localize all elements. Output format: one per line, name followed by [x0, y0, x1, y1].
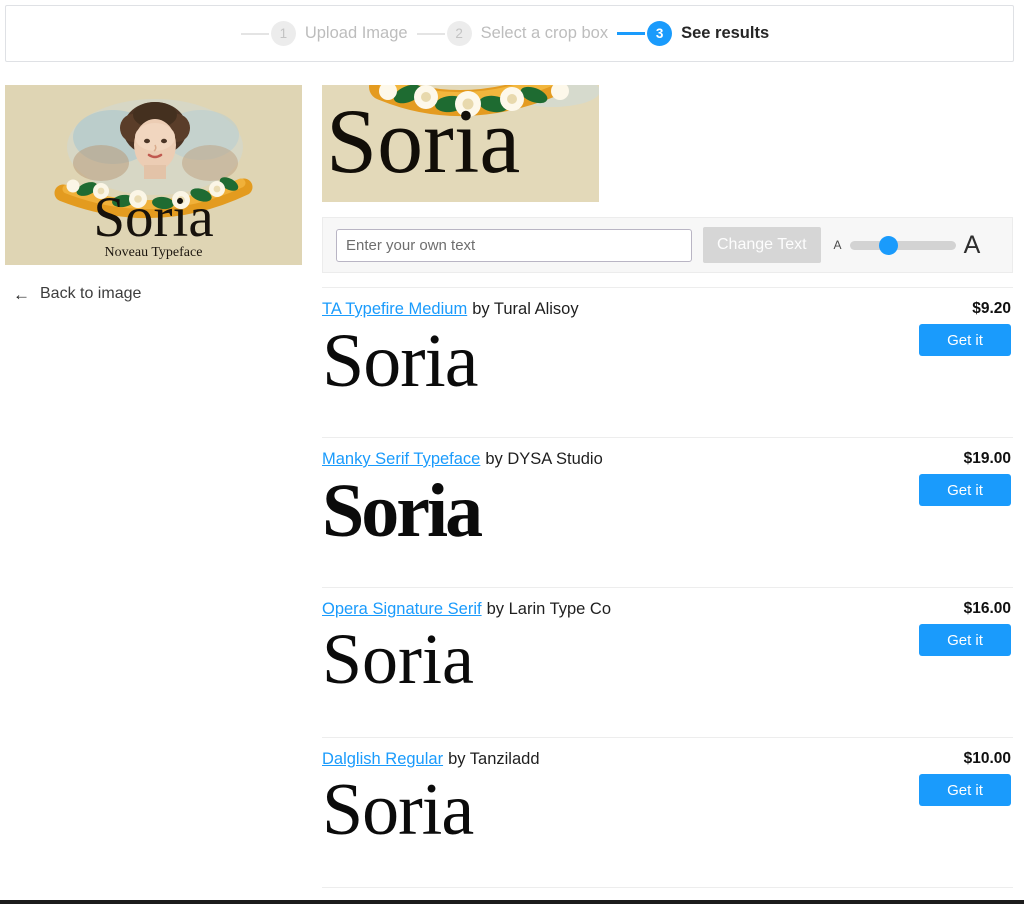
font-result-row: Opera Signature Serif by Larin Type Co $…: [322, 587, 1013, 737]
font-specimen-preview: Soria: [322, 769, 474, 851]
change-text-button[interactable]: Change Text: [703, 227, 821, 263]
font-result-row: Dalglish Regular by Tanziladd $10.00 Get…: [322, 737, 1013, 887]
font-result-header: TA Typefire Medium by Tural Alisoy: [322, 300, 1013, 319]
step-label-2: Select a crop box: [480, 24, 609, 42]
font-specimen-preview: Soria: [322, 469, 483, 553]
font-price: $9.20: [972, 300, 1011, 317]
font-result-header: Opera Signature Serif by Larin Type Co: [322, 600, 1013, 619]
font-result-row: Manky Serif Typeface by DYSA Studio $19.…: [322, 437, 1013, 587]
font-name-link[interactable]: Opera Signature Serif: [322, 600, 482, 619]
font-name-link[interactable]: Dalglish Regular: [322, 750, 443, 769]
font-size-slider-thumb[interactable]: [878, 235, 898, 255]
font-price: $10.00: [963, 750, 1011, 767]
step-number-1: 1: [270, 21, 296, 46]
large-a-label: A: [963, 230, 981, 259]
font-author: by DYSA Studio: [485, 450, 603, 468]
source-image-thumbnail[interactable]: Soria Noveau Typeface: [5, 85, 302, 265]
font-name-link[interactable]: TA Typefire Medium: [322, 300, 467, 319]
progress-stepper: 1 Upload Image 2 Select a crop box 3 See…: [5, 5, 1014, 62]
get-it-button[interactable]: Get it: [919, 624, 1011, 656]
get-it-button[interactable]: Get it: [919, 774, 1011, 806]
font-result-row: TA Typefire Medium by Tural Alisoy $9.20…: [322, 287, 1013, 437]
step-connector-3: [617, 32, 646, 35]
stepper-step-2[interactable]: 2 Select a crop box: [416, 21, 618, 46]
font-result-header: Dalglish Regular by Tanziladd: [322, 750, 1013, 769]
stepper-track: 1 Upload Image 2 Select a crop box 3 See…: [240, 21, 778, 46]
font-specimen-preview: Soria: [322, 319, 478, 403]
step-number-2: 2: [446, 21, 472, 46]
right-panel: Soria Change Text A A TA Typefire Medium…: [322, 85, 1013, 888]
stepper-step-3[interactable]: 3 See results: [617, 21, 778, 46]
crop-preview-word: Soria: [326, 90, 521, 192]
get-it-button[interactable]: Get it: [919, 474, 1011, 506]
back-to-image-label: Back to image: [40, 285, 142, 302]
step-label-3: See results: [681, 24, 770, 42]
font-size-slider-track[interactable]: [849, 235, 956, 255]
stepper-step-1[interactable]: 1 Upload Image: [240, 21, 417, 46]
results-bottom-divider: [322, 887, 1013, 888]
step-connector-1: [240, 32, 269, 35]
thumbnail-subtitle: Noveau Typeface: [104, 245, 203, 260]
step-number-3: 3: [647, 21, 673, 46]
text-control-toolbar: Change Text A A: [322, 217, 1013, 273]
font-size-slider-group: A A: [833, 230, 981, 259]
thumbnail-word: Soria: [93, 186, 214, 249]
font-result-header: Manky Serif Typeface by DYSA Studio: [322, 450, 1013, 469]
custom-text-input[interactable]: [336, 228, 692, 262]
small-a-label: A: [833, 238, 842, 252]
page-root: 1 Upload Image 2 Select a crop box 3 See…: [0, 0, 1024, 904]
get-it-button[interactable]: Get it: [919, 324, 1011, 356]
font-price: $16.00: [963, 600, 1011, 617]
font-specimen-preview: Soria: [322, 619, 474, 699]
font-author: by Tanziladd: [448, 750, 540, 768]
crop-preview[interactable]: Soria: [322, 85, 599, 202]
back-to-image-link[interactable]: ← Back to image: [13, 285, 141, 303]
font-author: by Larin Type Co: [486, 600, 612, 618]
font-results-list: TA Typefire Medium by Tural Alisoy $9.20…: [322, 287, 1013, 888]
font-price: $19.00: [963, 450, 1011, 467]
step-label-1: Upload Image: [304, 24, 408, 42]
arrow-left-icon: ←: [13, 284, 30, 304]
step-connector-2: [416, 32, 445, 35]
left-panel: Soria Noveau Typeface ← Back to image: [5, 85, 302, 303]
font-author: by Tural Alisoy: [472, 300, 579, 318]
font-name-link[interactable]: Manky Serif Typeface: [322, 450, 480, 469]
